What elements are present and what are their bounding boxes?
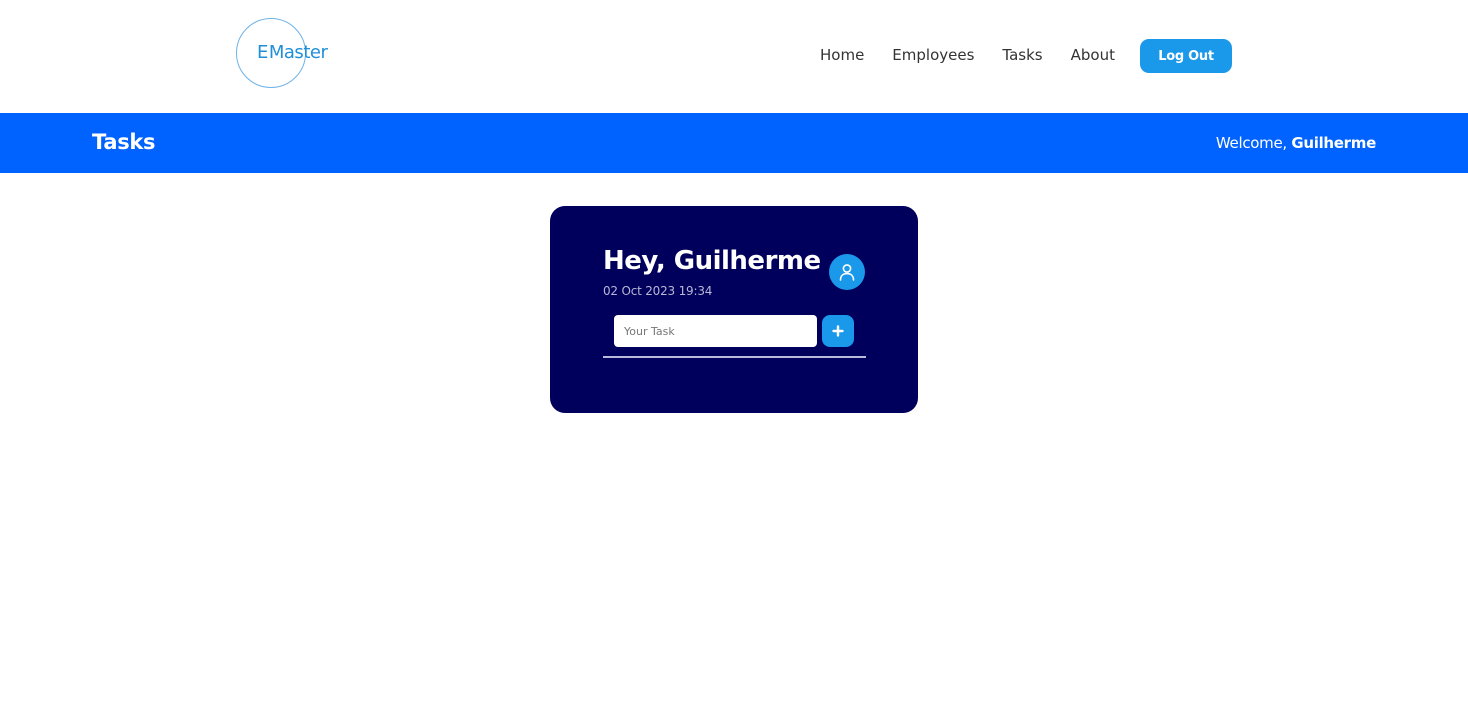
add-task-button[interactable]: [822, 315, 854, 347]
welcome-message: Welcome, Guilherme: [1216, 134, 1376, 152]
nav-link-home[interactable]: Home: [820, 46, 864, 64]
page-banner: Tasks Welcome, Guilherme: [0, 113, 1468, 173]
user-icon: [837, 262, 857, 282]
logo-word: Master: [268, 42, 328, 63]
nav-link-about[interactable]: About: [1071, 46, 1115, 64]
task-card: Hey, Guilherme 02 Oct 2023 19:34: [550, 206, 918, 413]
nav-link-tasks[interactable]: Tasks: [1002, 46, 1042, 64]
task-input[interactable]: [614, 315, 817, 347]
logo-letter: E: [257, 42, 268, 63]
logo-text: EMaster: [257, 42, 328, 63]
current-datetime: 02 Oct 2023 19:34: [603, 284, 713, 298]
greeting-heading: Hey, Guilherme: [603, 246, 821, 276]
welcome-prefix: Welcome,: [1215, 134, 1287, 152]
logo[interactable]: EMaster: [236, 18, 328, 88]
top-navbar: EMaster Home Employees Tasks About Log O…: [0, 0, 1468, 113]
welcome-user-name: Guilherme: [1291, 134, 1376, 152]
logout-button[interactable]: Log Out: [1140, 39, 1232, 73]
plus-icon: [832, 325, 844, 337]
main-nav: Home Employees Tasks About: [820, 46, 1143, 64]
task-list-divider: [603, 356, 866, 358]
page-title: Tasks: [92, 130, 156, 154]
user-avatar[interactable]: [829, 254, 865, 290]
nav-link-employees[interactable]: Employees: [892, 46, 974, 64]
